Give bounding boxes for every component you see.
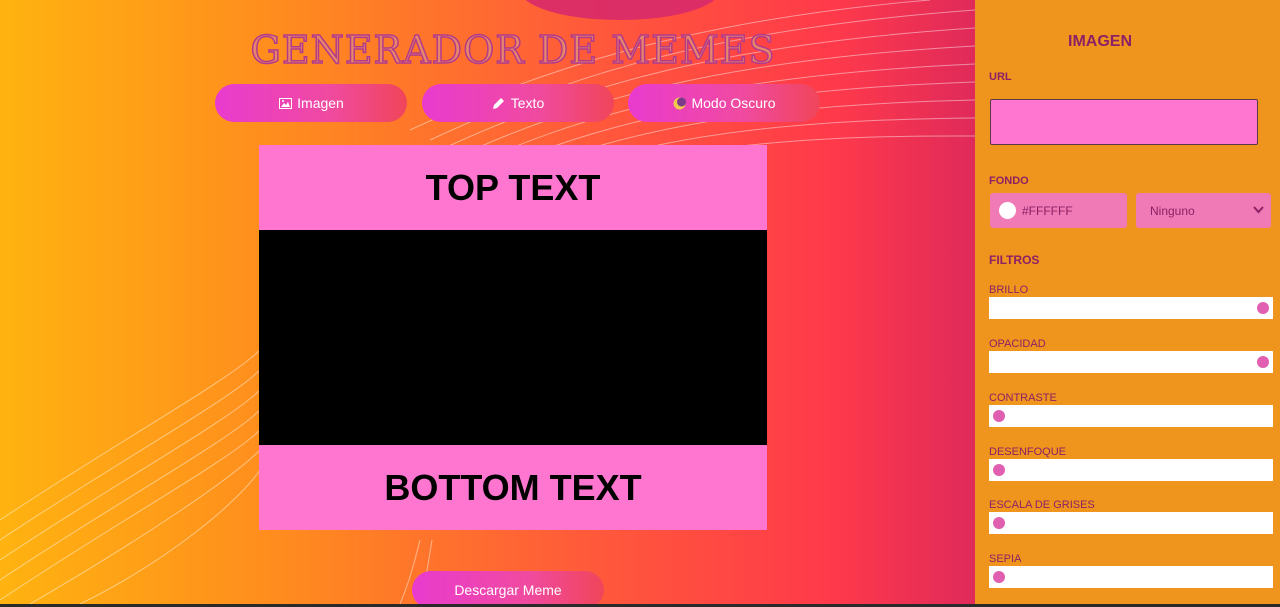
blend-mode-value: Ninguno xyxy=(1150,203,1195,218)
page-title: GENERADOR DE MEMES xyxy=(250,27,776,73)
sepia-slider[interactable] xyxy=(989,566,1273,588)
moon-icon xyxy=(672,96,686,110)
text-button[interactable]: Texto xyxy=(422,84,614,122)
panel-title: IMAGEN xyxy=(1068,33,1132,50)
filter-label-sepia: SEPIA xyxy=(989,553,1022,565)
slider-knob[interactable] xyxy=(993,464,1005,476)
meme-image xyxy=(259,230,767,445)
main-area: GENERADOR DE MEMES Imagen Texto Modo Osc… xyxy=(0,0,975,604)
image-button-label: Imagen xyxy=(297,95,344,111)
url-label: URL xyxy=(989,71,1012,83)
filter-label-contraste: CONTRASTE xyxy=(989,392,1057,404)
filter-label-escala-de-grises: ESCALA DE GRISES xyxy=(989,499,1095,511)
image-settings-panel: IMAGEN URL FONDO #FFFFFF Ninguno FILTROS… xyxy=(975,0,1280,604)
image-button[interactable]: Imagen xyxy=(215,84,407,122)
contrast-slider[interactable] xyxy=(989,405,1273,427)
background-label: FONDO xyxy=(989,175,1029,187)
slider-knob[interactable] xyxy=(993,410,1005,422)
image-icon xyxy=(278,96,292,110)
grayscale-slider[interactable] xyxy=(989,512,1273,534)
url-input[interactable] xyxy=(990,99,1258,145)
blur-slider[interactable] xyxy=(989,459,1273,481)
background-color-value: #FFFFFF xyxy=(1022,203,1073,218)
download-meme-button[interactable]: Descargar Meme xyxy=(412,571,604,604)
color-swatch xyxy=(999,202,1016,219)
opacity-slider[interactable] xyxy=(989,351,1273,373)
meme-canvas: TOP TEXT BOTTOM TEXT xyxy=(259,145,767,530)
filter-label-desenfoque: DESENFOQUE xyxy=(989,446,1067,458)
filters-label: FILTROS xyxy=(989,253,1040,267)
filter-label-brillo: BRILLO xyxy=(989,284,1029,296)
slider-knob[interactable] xyxy=(1257,356,1269,368)
meme-bottom-text: BOTTOM TEXT xyxy=(259,445,767,530)
dark-mode-button-label: Modo Oscuro xyxy=(691,95,776,111)
slider-knob[interactable] xyxy=(1257,302,1269,314)
pencil-icon xyxy=(492,96,506,110)
blend-mode-select[interactable]: Ninguno xyxy=(1136,193,1271,228)
brightness-slider[interactable] xyxy=(989,297,1273,319)
background-color-picker[interactable]: #FFFFFF xyxy=(990,193,1127,228)
chevron-down-icon xyxy=(1253,203,1264,217)
filter-label-opacidad: OPACIDAD xyxy=(989,338,1046,350)
meme-top-text: TOP TEXT xyxy=(259,145,767,230)
text-button-label: Texto xyxy=(510,95,545,111)
slider-knob[interactable] xyxy=(993,571,1005,583)
dark-mode-button[interactable]: Modo Oscuro xyxy=(628,84,820,122)
slider-knob[interactable] xyxy=(993,517,1005,529)
